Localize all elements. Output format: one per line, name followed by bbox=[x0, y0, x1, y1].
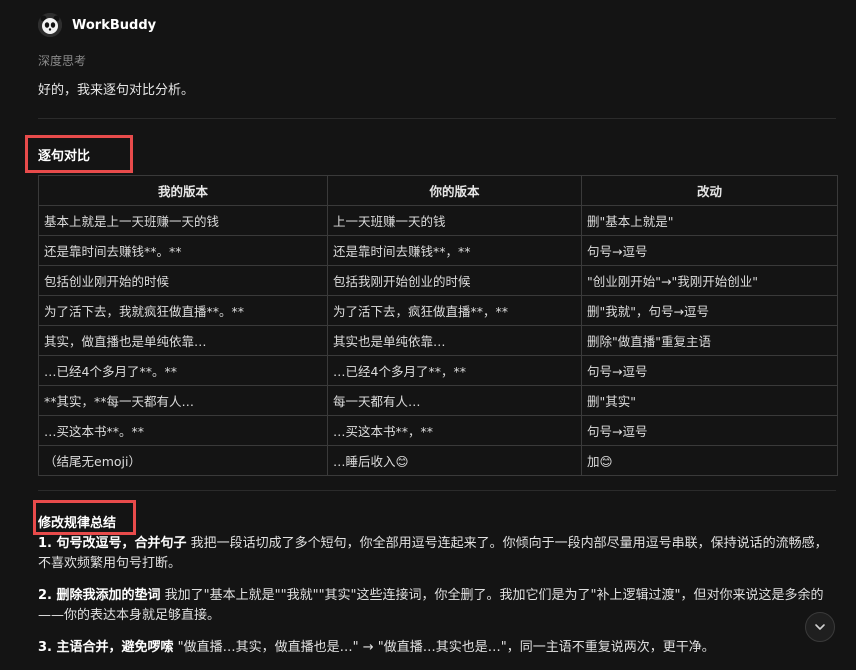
table-cell: 加😊 bbox=[581, 445, 838, 476]
table-cell: 删"基本上就是" bbox=[581, 205, 838, 236]
table-cell: …睡后收入😊 bbox=[327, 445, 582, 476]
table-cell: 每一天都有人… bbox=[327, 385, 582, 416]
table-cell: 句号→逗号 bbox=[581, 235, 838, 266]
table-cell: 其实也是单纯依靠… bbox=[327, 325, 582, 356]
table-cell: 基本上就是上一天班赚一天的钱 bbox=[38, 205, 328, 236]
table-cell: （结尾无emoji） bbox=[38, 445, 328, 476]
table-cell: 包括创业刚开始的时候 bbox=[38, 265, 328, 296]
table-cell: …买这本书**，** bbox=[327, 415, 582, 446]
table-cell: "创业刚开始"→"我刚开始创业" bbox=[581, 265, 838, 296]
table-header-row: 我的版本 你的版本 改动 bbox=[38, 175, 838, 206]
table-cell: 上一天班赚一天的钱 bbox=[327, 205, 582, 236]
table-cell: 删除"做直播"重复主语 bbox=[581, 325, 838, 356]
table-cell: 还是靠时间去赚钱**，** bbox=[327, 235, 582, 266]
table-cell: 包括我刚开始创业的时候 bbox=[327, 265, 582, 296]
table-row: 还是靠时间去赚钱**。** 还是靠时间去赚钱**，** 句号→逗号 bbox=[38, 235, 838, 266]
rule-title: 1. 句号改逗号，合并句子 bbox=[38, 536, 187, 551]
scroll-to-bottom-button[interactable] bbox=[805, 612, 835, 642]
app-header: WorkBuddy bbox=[38, 12, 156, 38]
table-cell: **其实，**每一天都有人… bbox=[38, 385, 328, 416]
comparison-table: 我的版本 你的版本 改动 基本上就是上一天班赚一天的钱 上一天班赚一天的钱 删"… bbox=[38, 175, 838, 476]
table-row: 为了活下去，我就疯狂做直播**。** 为了活下去，疯狂做直播**，** 删"我就… bbox=[38, 295, 838, 326]
table-cell: …已经4个多月了**。** bbox=[38, 355, 328, 386]
app-name: WorkBuddy bbox=[72, 17, 157, 33]
table-cell: …已经4个多月了**，** bbox=[327, 355, 582, 386]
chevron-down-icon bbox=[815, 624, 825, 630]
panda-icon bbox=[38, 13, 62, 37]
table-cell: 句号→逗号 bbox=[581, 355, 838, 386]
table-row: 包括创业刚开始的时候 包括我刚开始创业的时候 "创业刚开始"→"我刚开始创业" bbox=[38, 265, 838, 296]
rule-title: 2. 删除我添加的垫词 bbox=[38, 588, 161, 603]
table-cell: 其实，做直播也是单纯依靠… bbox=[38, 325, 328, 356]
table-cell: …买这本书**。** bbox=[38, 415, 328, 446]
table-row: …已经4个多月了**。** …已经4个多月了**，** 句号→逗号 bbox=[38, 355, 838, 386]
table-cell: 删"其实" bbox=[581, 385, 838, 416]
table-row: （结尾无emoji） …睡后收入😊 加😊 bbox=[38, 445, 838, 476]
rules-list: 1. 句号改逗号，合并句子 我把一段话切成了多个短句，你全部用逗号连起来了。你倾… bbox=[38, 534, 838, 670]
intro-text: 好的，我来逐句对比分析。 bbox=[38, 83, 195, 98]
highlight-box-summary bbox=[33, 500, 136, 535]
table-row: …买这本书**。** …买这本书**，** 句号→逗号 bbox=[38, 415, 838, 446]
table-cell: 删"我就"，句号→逗号 bbox=[581, 295, 838, 326]
table-header: 你的版本 bbox=[327, 175, 582, 206]
rule-item: 2. 删除我添加的垫词 我加了"基本上就是""我就""其实"这些连接词，你全删了… bbox=[38, 586, 838, 626]
table-row: 基本上就是上一天班赚一天的钱 上一天班赚一天的钱 删"基本上就是" bbox=[38, 205, 838, 236]
table-row: **其实，**每一天都有人… 每一天都有人… 删"其实" bbox=[38, 385, 838, 416]
bottom-fade bbox=[0, 651, 856, 663]
table-cell: 为了活下去，疯狂做直播**，** bbox=[327, 295, 582, 326]
deep-thinking-label[interactable]: 深度思考 bbox=[38, 52, 86, 69]
table-row: 其实，做直播也是单纯依靠… 其实也是单纯依靠… 删除"做直播"重复主语 bbox=[38, 325, 838, 356]
table-cell: 句号→逗号 bbox=[581, 415, 838, 446]
table-cell: 为了活下去，我就疯狂做直播**。** bbox=[38, 295, 328, 326]
table-cell: 还是靠时间去赚钱**。** bbox=[38, 235, 328, 266]
table-header: 改动 bbox=[581, 175, 838, 206]
table-header: 我的版本 bbox=[38, 175, 328, 206]
rule-item: 1. 句号改逗号，合并句子 我把一段话切成了多个短句，你全部用逗号连起来了。你倾… bbox=[38, 534, 838, 574]
divider bbox=[38, 490, 836, 491]
highlight-box-comparison bbox=[25, 135, 133, 173]
divider bbox=[38, 118, 836, 119]
